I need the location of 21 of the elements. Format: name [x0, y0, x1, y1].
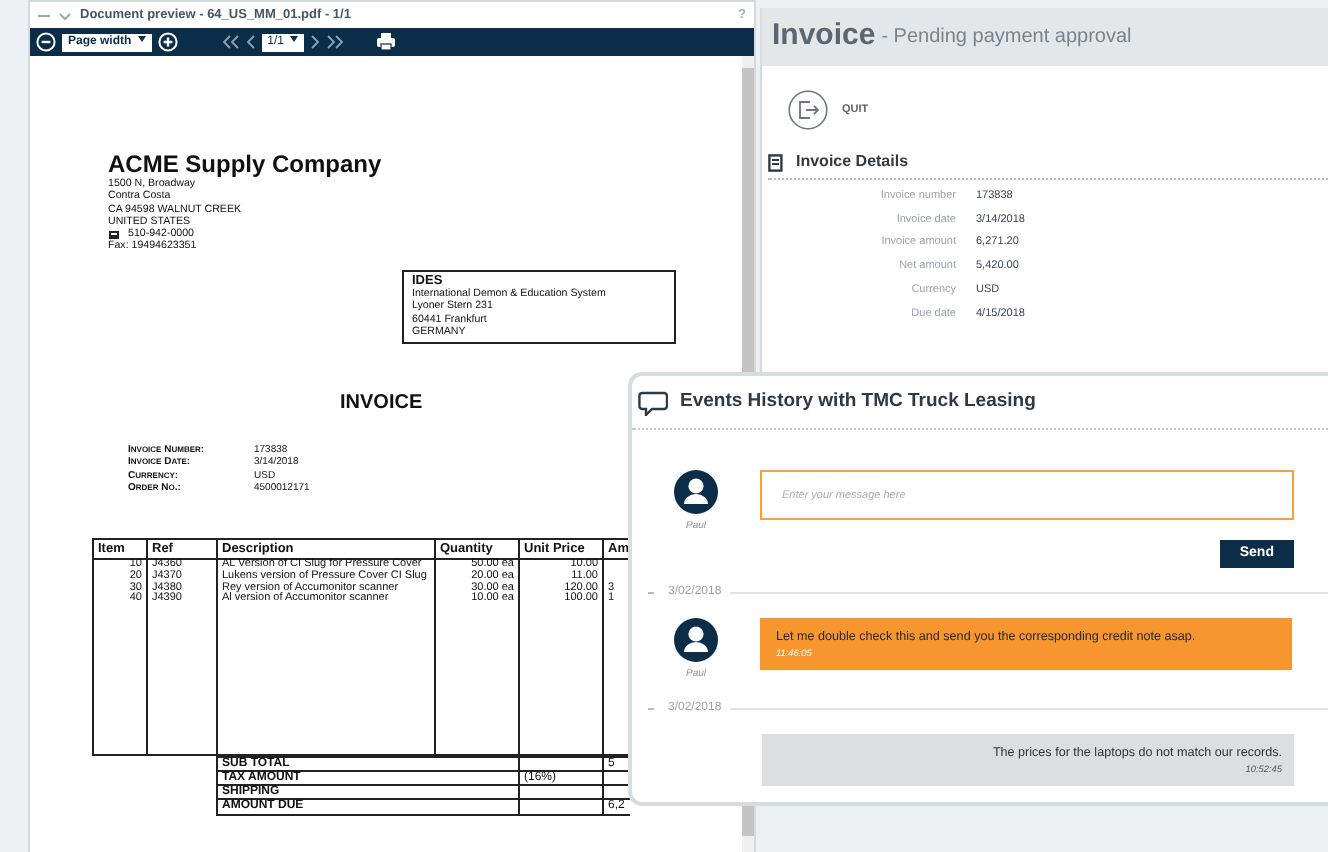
next-page-icon[interactable] [310, 34, 321, 50]
last-page-icon[interactable] [326, 34, 345, 50]
company-name: ACME Supply Company [108, 152, 384, 178]
exit-icon [788, 90, 828, 130]
avatar-icon [674, 470, 718, 515]
chat-icon [638, 389, 668, 416]
zoom-in-icon[interactable] [157, 32, 178, 52]
avatar-icon [674, 618, 718, 663]
print-icon[interactable] [376, 32, 397, 52]
document-icon [768, 153, 784, 171]
caret-icon [290, 36, 299, 43]
first-page-icon[interactable] [221, 34, 240, 50]
invoice-heading: INVOICE [340, 392, 423, 417]
popup-title: Events History with TMC Truck Leasing [680, 388, 1036, 416]
status-subtitle: - Pending payment approval [881, 24, 1132, 52]
section-title: Invoice Details [796, 150, 909, 174]
zoom-out-icon[interactable] [36, 32, 56, 52]
phone-icon [108, 229, 120, 240]
caret-icon [137, 36, 146, 43]
previous-page-icon[interactable] [245, 34, 256, 50]
page-title: Invoice [772, 16, 876, 57]
